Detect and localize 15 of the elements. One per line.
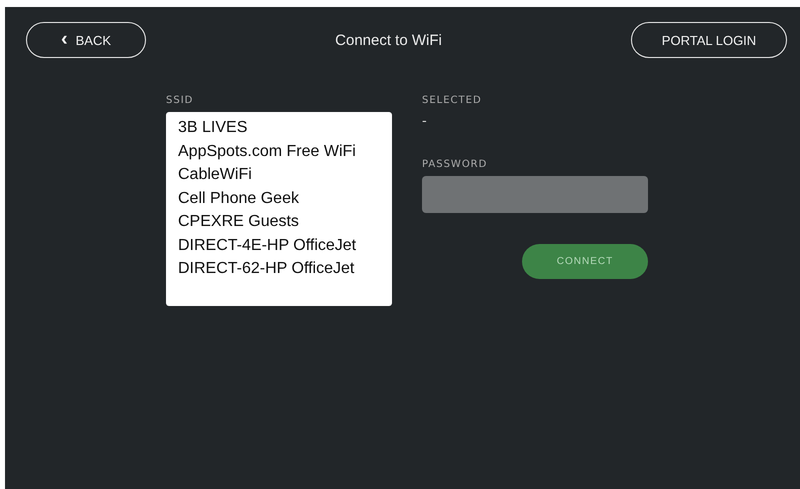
- network-item[interactable]: DIRECT-4E-HP OfficeJet: [178, 234, 392, 257]
- network-item[interactable]: Cell Phone Geek: [178, 186, 392, 210]
- page-title: Connect to WiFi: [335, 32, 442, 48]
- network-item[interactable]: AppSpots.com Free WiFi: [178, 140, 392, 163]
- selected-label: SELECTED: [422, 95, 483, 106]
- network-item[interactable]: CableWiFi: [178, 163, 392, 186]
- ssid-label: SSID: [166, 95, 194, 106]
- selected-value: -: [422, 114, 428, 129]
- network-item[interactable]: DIRECT-62-HP OfficeJet: [178, 257, 392, 280]
- password-label: PASSWORD: [422, 159, 488, 170]
- back-button[interactable]: ‹ BACK: [26, 22, 146, 58]
- network-item[interactable]: 3B LIVES: [178, 116, 392, 140]
- password-field[interactable]: [422, 176, 648, 213]
- portal-login-button[interactable]: PORTAL LOGIN: [630, 22, 787, 58]
- network-item[interactable]: CPEXRE Guests: [178, 210, 392, 234]
